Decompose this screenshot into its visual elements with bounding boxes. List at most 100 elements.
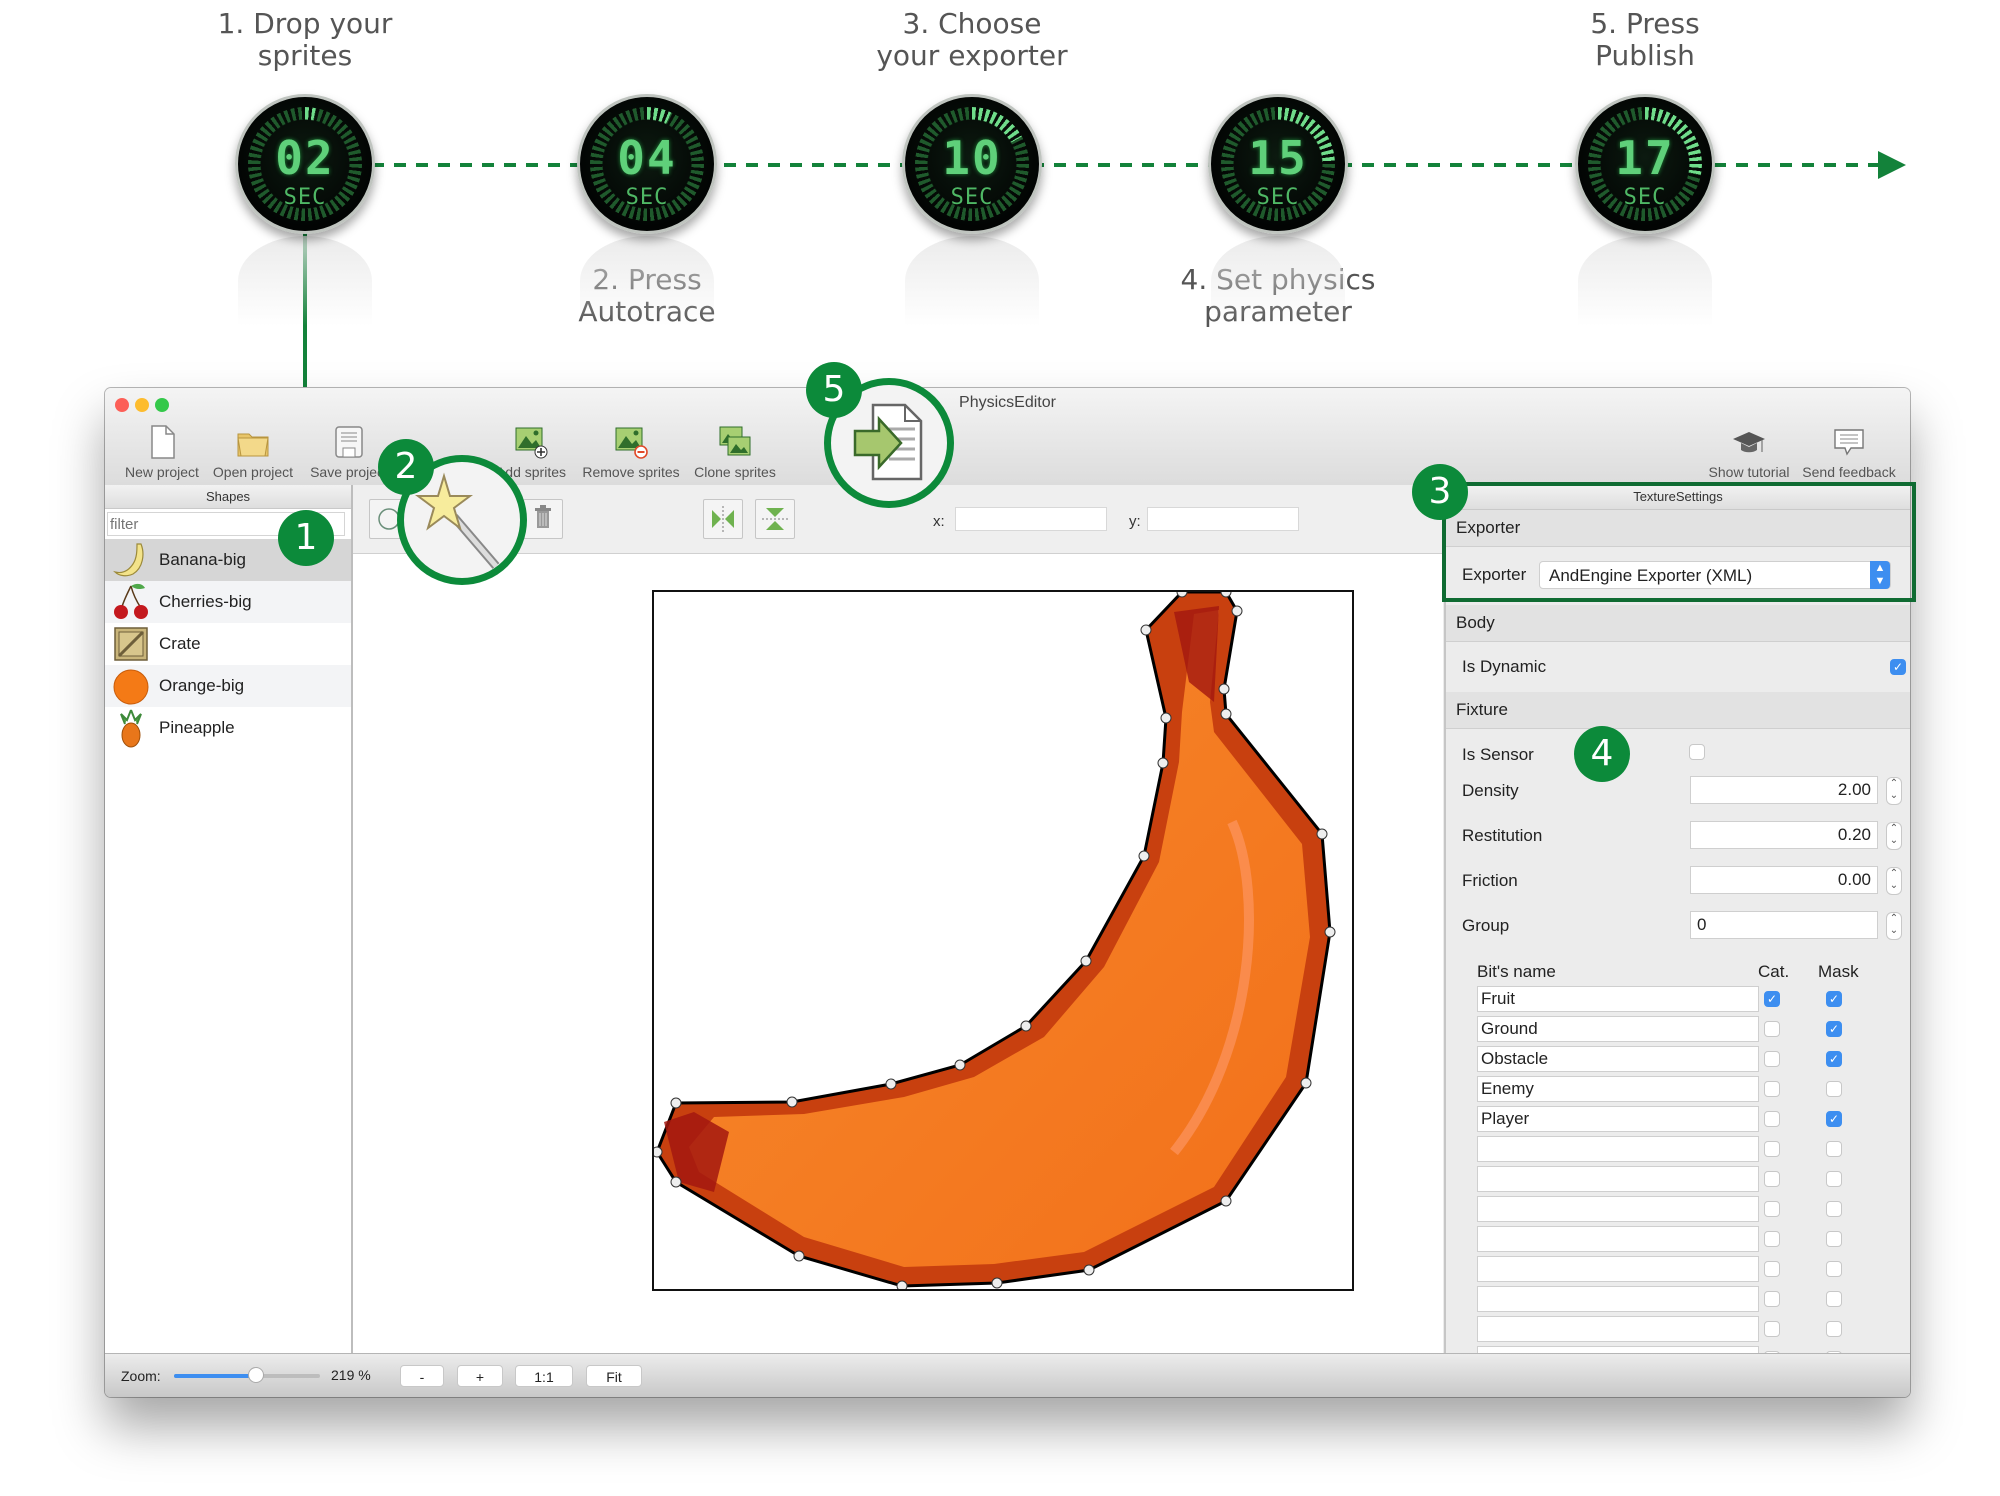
sprite-canvas[interactable] [651, 586, 1354, 1292]
polygon-vertex-handle[interactable] [1138, 850, 1150, 862]
zoom-fit-button[interactable]: Fit [586, 1365, 642, 1387]
y-coordinate-input[interactable] [1147, 507, 1299, 531]
bit-category-checkbox[interactable] [1764, 1201, 1780, 1217]
bit-category-checkbox[interactable] [1764, 1171, 1780, 1187]
bit-name-input[interactable] [1477, 1196, 1759, 1222]
clone-sprites-button[interactable]: Clone sprites [685, 424, 785, 480]
bit-mask-checkbox[interactable]: ✓ [1826, 1111, 1842, 1127]
friction-stepper[interactable]: ⌃ ⌄ [1886, 867, 1902, 895]
polygon-vertex-handle[interactable] [1231, 605, 1243, 617]
bit-mask-checkbox[interactable] [1826, 1141, 1842, 1157]
shape-list-item[interactable]: Crate [105, 623, 351, 665]
bit-mask-checkbox[interactable] [1826, 1291, 1842, 1307]
delete-shape-button[interactable] [523, 499, 563, 539]
friction-input[interactable]: 0.00 [1690, 866, 1878, 894]
is-dynamic-checkbox[interactable]: ✓ [1890, 659, 1906, 675]
open-project-button[interactable]: Open project [203, 424, 303, 480]
polygon-vertex-handle[interactable] [896, 1280, 908, 1292]
bit-category-checkbox[interactable] [1764, 1231, 1780, 1247]
exporter-highlight-box [1442, 482, 1916, 602]
bit-name-input[interactable]: Obstacle [1477, 1046, 1759, 1072]
bit-category-checkbox[interactable] [1764, 1021, 1780, 1037]
bit-mask-checkbox[interactable] [1826, 1081, 1842, 1097]
polygon-vertex-handle[interactable] [1316, 828, 1328, 840]
bit-name-input[interactable] [1477, 1136, 1759, 1162]
bit-category-checkbox[interactable] [1764, 1321, 1780, 1337]
polygon-vertex-handle[interactable] [670, 1176, 682, 1188]
bit-mask-checkbox[interactable] [1826, 1171, 1842, 1187]
zoom-slider[interactable] [174, 1367, 320, 1383]
polygon-vertex-handle[interactable] [954, 1059, 966, 1071]
polygon-vertex-handle[interactable] [786, 1096, 798, 1108]
polygon-vertex-handle[interactable] [1080, 955, 1092, 967]
bit-mask-checkbox[interactable]: ✓ [1826, 1051, 1842, 1067]
polygon-vertex-handle[interactable] [651, 1146, 663, 1158]
bit-category-checkbox[interactable] [1764, 1291, 1780, 1307]
polygon-vertex-handle[interactable] [1140, 624, 1152, 636]
zoom-in-button[interactable]: + [457, 1365, 503, 1387]
cherries-icon [114, 583, 148, 619]
collision-bit-row [1446, 1284, 1910, 1314]
polygon-vertex-handle[interactable] [1160, 712, 1172, 724]
shape-list-item[interactable]: Orange-big [105, 665, 351, 707]
show-tutorial-button[interactable]: Show tutorial [1699, 424, 1799, 480]
bit-mask-checkbox[interactable] [1826, 1201, 1842, 1217]
is-sensor-checkbox[interactable] [1689, 744, 1705, 760]
bit-name-input[interactable] [1477, 1286, 1759, 1312]
restitution-input[interactable]: 0.20 [1690, 821, 1878, 849]
bit-name-input[interactable] [1477, 1316, 1759, 1342]
bit-mask-checkbox[interactable] [1826, 1321, 1842, 1337]
polygon-vertex-handle[interactable] [670, 1097, 682, 1109]
bit-mask-checkbox[interactable] [1826, 1261, 1842, 1277]
bit-category-checkbox[interactable] [1764, 1261, 1780, 1277]
polygon-vertex-handle[interactable] [1220, 708, 1232, 720]
bit-name-input[interactable] [1477, 1226, 1759, 1252]
polygon-vertex-handle[interactable] [1218, 683, 1230, 695]
bit-category-checkbox[interactable] [1764, 1081, 1780, 1097]
polygon-vertex-handle[interactable] [885, 1078, 897, 1090]
title-bar: PhysicsEditor New project Open project S… [105, 388, 1910, 486]
remove-sprites-button[interactable]: Remove sprites [577, 424, 685, 480]
zoom-value: 219 % [331, 1367, 371, 1383]
bit-name-input[interactable] [1477, 1166, 1759, 1192]
density-stepper[interactable]: ⌃ ⌄ [1886, 777, 1902, 805]
polygon-vertex-handle[interactable] [793, 1250, 805, 1262]
zoom-1to1-button[interactable]: 1:1 [515, 1365, 573, 1387]
polygon-vertex-handle[interactable] [991, 1277, 1003, 1289]
polygon-vertex-handle[interactable] [1020, 1020, 1032, 1032]
restitution-stepper[interactable]: ⌃ ⌄ [1886, 822, 1902, 850]
flip-vertical-button[interactable] [755, 499, 795, 539]
bit-mask-checkbox[interactable] [1826, 1231, 1842, 1247]
bit-name-input[interactable]: Player [1477, 1106, 1759, 1132]
polygon-vertex-handle[interactable] [1220, 1195, 1232, 1207]
zoom-slider-knob[interactable] [247, 1367, 264, 1383]
bit-mask-checkbox[interactable]: ✓ [1826, 991, 1842, 1007]
group-stepper[interactable]: ⌃ ⌄ [1886, 912, 1902, 940]
bit-name-input[interactable]: Ground [1477, 1016, 1759, 1042]
flip-horizontal-button[interactable] [703, 499, 743, 539]
bit-category-checkbox[interactable] [1764, 1051, 1780, 1067]
polygon-vertex-handle[interactable] [1083, 1264, 1095, 1276]
bit-mask-checkbox[interactable]: ✓ [1826, 1021, 1842, 1037]
polygon-vertex-handle[interactable] [1300, 1077, 1312, 1089]
shape-list-item[interactable]: Cherries-big [105, 581, 351, 623]
bottom-bar: Zoom: 219 % - + 1:1 Fit [105, 1353, 1910, 1397]
x-coordinate-input[interactable] [955, 507, 1107, 531]
group-input[interactable]: 0 [1690, 911, 1878, 939]
timeline-arrow-icon [1878, 151, 1906, 179]
bit-name-input[interactable]: Fruit [1477, 986, 1759, 1012]
bit-category-checkbox[interactable] [1764, 1141, 1780, 1157]
bit-name-input[interactable]: Enemy [1477, 1076, 1759, 1102]
shape-list-item[interactable]: Pineapple [105, 707, 351, 749]
zoom-out-button[interactable]: - [400, 1365, 444, 1387]
polygon-vertex-handle[interactable] [1157, 757, 1169, 769]
crate-icon [114, 627, 148, 661]
bit-name-input[interactable] [1477, 1256, 1759, 1282]
send-feedback-button[interactable]: Send feedback [1797, 424, 1901, 480]
density-input[interactable]: 2.00 [1690, 776, 1878, 804]
bit-category-checkbox[interactable]: ✓ [1764, 991, 1780, 1007]
new-project-button[interactable]: New project [113, 424, 211, 480]
step-label-line2: sprites [257, 39, 353, 72]
bit-category-checkbox[interactable] [1764, 1111, 1780, 1127]
polygon-vertex-handle[interactable] [1324, 926, 1336, 938]
